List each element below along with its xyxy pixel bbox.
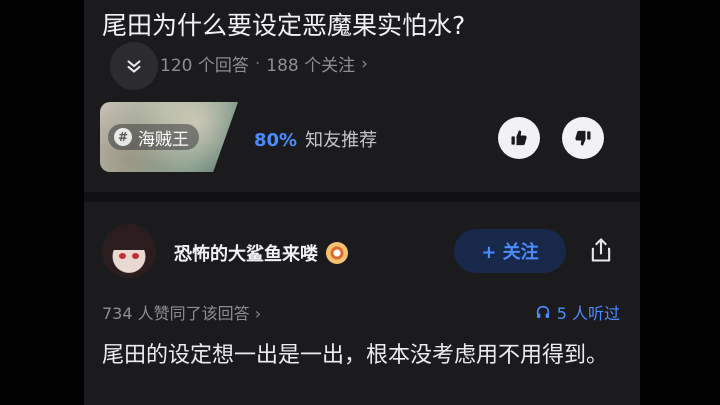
- share-button[interactable]: [584, 233, 618, 267]
- topic-tag[interactable]: # 海贼王: [108, 124, 199, 150]
- votes-count[interactable]: 734 人赞同了该回答 ›: [102, 300, 261, 324]
- collapse-button[interactable]: [110, 42, 158, 90]
- answer-text[interactable]: 尾田的设定想一出是一出，根本没考虑用不用得到。: [102, 340, 622, 372]
- listeners[interactable]: 5 人听过: [535, 300, 620, 324]
- avatar-hair: [106, 226, 152, 250]
- headphones-icon: [536, 305, 549, 318]
- author-name[interactable]: 恐怖的大鲨鱼来喽: [174, 240, 318, 266]
- hash-icon: #: [114, 128, 132, 146]
- author-avatar[interactable]: [102, 224, 156, 278]
- chevron-down-icon: [127, 60, 141, 73]
- answer-page: 尾田为什么要设定恶魔果实怕水? 120 个回答 · 188 个关注 › # 海贼…: [84, 0, 640, 405]
- question-title[interactable]: 尾田为什么要设定恶魔果实怕水?: [102, 6, 465, 42]
- recommend-percent: 80%: [254, 130, 298, 151]
- downvote-button[interactable]: [562, 117, 604, 159]
- follow-button[interactable]: + 关注: [454, 229, 566, 273]
- topic-name: 海贼王: [138, 129, 189, 150]
- answers-count: 120 个回答: [160, 56, 249, 76]
- meta-separator: ·: [254, 53, 261, 74]
- thumbs-down-icon: [575, 130, 591, 146]
- topic-card[interactable]: # 海贼王: [100, 102, 238, 172]
- followers-count: 188 个关注: [266, 56, 356, 76]
- thumbs-up-icon: [511, 130, 527, 146]
- share-icon: [591, 238, 611, 262]
- upvote-button[interactable]: [498, 117, 540, 159]
- recommendation: 80% 知友推荐: [254, 126, 377, 152]
- avatar-eye: [132, 253, 139, 259]
- avatar-eye: [119, 253, 126, 259]
- recommend-label: 知友推荐: [305, 130, 378, 151]
- listeners-count: 5 人听过: [556, 304, 620, 323]
- meta-chevron: ›: [361, 53, 368, 74]
- section-divider: [84, 192, 640, 202]
- badge-icon: [326, 242, 348, 264]
- author-info[interactable]: 恐怖的大鲨鱼来喽: [174, 240, 348, 266]
